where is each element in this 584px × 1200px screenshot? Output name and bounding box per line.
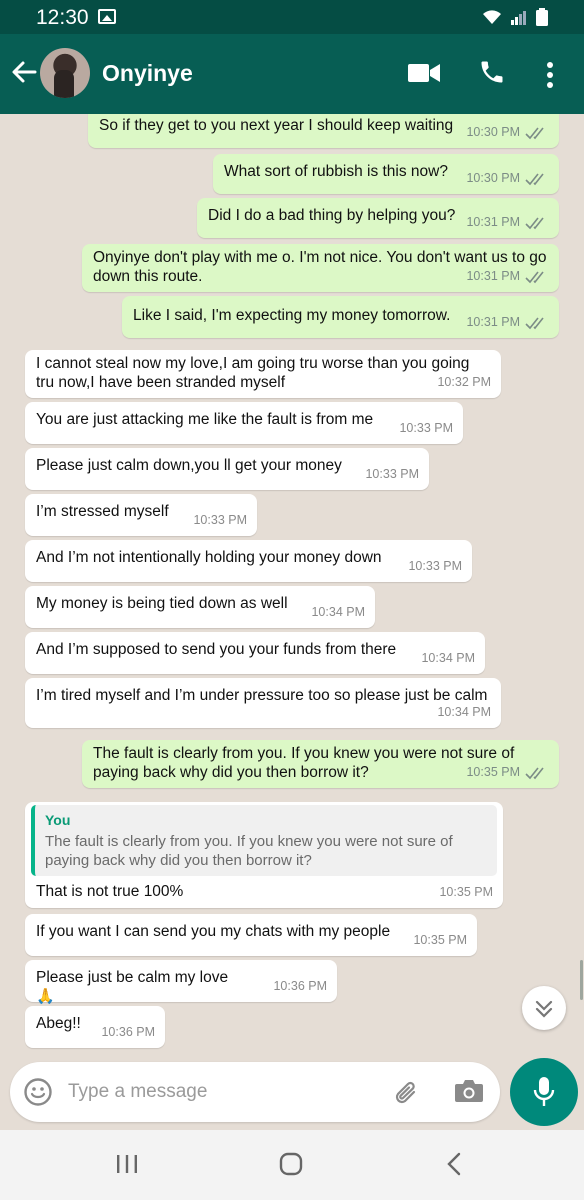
video-call-icon[interactable]: [408, 62, 440, 84]
mic-icon: [533, 1077, 555, 1106]
quoted-text: The fault is clearly from you. If you kn…: [45, 833, 453, 869]
status-time: 12:30: [36, 6, 89, 29]
message-input[interactable]: Type a message: [68, 1081, 207, 1103]
message-incoming[interactable]: Abeg!! 10:36 PM: [25, 1006, 165, 1048]
chat-area[interactable]: So if they get to you next year I should…: [0, 114, 584, 1060]
battery-icon: [536, 8, 548, 26]
home-icon[interactable]: [279, 1152, 303, 1176]
read-receipt-icon: [525, 127, 544, 139]
message-text: If you want I can send you my chats with…: [36, 923, 391, 940]
message-incoming[interactable]: My money is being tied down as well 10:3…: [25, 586, 375, 628]
voice-record-button[interactable]: [510, 1058, 578, 1126]
message-outgoing[interactable]: So if they get to you next year I should…: [88, 114, 559, 148]
message-incoming[interactable]: And I’m supposed to send you your funds …: [25, 632, 485, 674]
emoji-icon[interactable]: [24, 1078, 52, 1106]
voice-call-icon[interactable]: [478, 58, 506, 86]
message-time: 10:36 PM: [101, 1025, 155, 1039]
message-text: The fault is clearly from you. If you kn…: [93, 745, 515, 781]
message-text: Please just be calm my love: [36, 969, 229, 986]
message-time: 10:31 PM: [466, 315, 520, 329]
message-time: 10:31 PM: [466, 215, 520, 229]
message-text: And I’m supposed to send you your funds …: [36, 641, 397, 658]
message-text: And I’m not intentionally holding your m…: [36, 549, 382, 566]
image-notification-icon: [98, 9, 116, 24]
attach-icon[interactable]: [392, 1078, 422, 1108]
message-incoming-reply[interactable]: You The fault is clearly from you. If yo…: [25, 802, 503, 908]
message-time: 10:30 PM: [466, 125, 520, 139]
system-navigation-bar: [0, 1130, 584, 1200]
message-outgoing[interactable]: The fault is clearly from you. If you kn…: [82, 740, 559, 788]
more-options-icon[interactable]: [546, 62, 554, 88]
message-time: 10:34 PM: [311, 605, 365, 619]
quoted-message[interactable]: You The fault is clearly from you. If yo…: [31, 805, 497, 876]
message-time: 10:33 PM: [408, 559, 462, 573]
message-time: 10:33 PM: [399, 421, 453, 435]
message-incoming[interactable]: I’m tired myself and I’m under pressure …: [25, 678, 501, 728]
message-text: Please just calm down,you ll get your mo…: [36, 457, 342, 474]
message-incoming[interactable]: I cannot steal now my love,I am going tr…: [25, 350, 501, 398]
message-incoming[interactable]: If you want I can send you my chats with…: [25, 914, 477, 956]
wifi-icon: [483, 10, 501, 24]
read-receipt-icon: [525, 217, 544, 229]
praying-hands-emoji: 🙏: [36, 988, 55, 1005]
read-receipt-icon: [525, 767, 544, 779]
scroll-down-icon: [535, 1000, 553, 1018]
message-time: 10:35 PM: [413, 933, 467, 947]
read-receipt-icon: [525, 173, 544, 185]
message-time: 10:34 PM: [437, 705, 491, 719]
recent-apps-icon[interactable]: [116, 1154, 138, 1174]
scroll-to-bottom-button[interactable]: [522, 986, 566, 1030]
message-text: That is not true 100%: [36, 883, 184, 900]
message-incoming[interactable]: Please just be calm my love 🙏 10:36 PM: [25, 960, 337, 1005]
chat-scrollbar[interactable]: [580, 960, 583, 1000]
status-bar: 12:30: [0, 0, 584, 34]
message-time: 10:32 PM: [437, 375, 491, 389]
message-incoming[interactable]: Please just calm down,you ll get your mo…: [25, 448, 429, 490]
message-time: 10:30 PM: [466, 171, 520, 185]
message-text: Like I said, I'm expecting my money tomo…: [133, 307, 451, 324]
message-text: I cannot steal now my love,I am going tr…: [36, 355, 470, 391]
nav-back-icon[interactable]: [446, 1152, 462, 1176]
read-receipt-icon: [525, 317, 544, 329]
message-outgoing[interactable]: Did I do a bad thing by helping you? 10:…: [197, 198, 559, 238]
message-text: I’m stressed myself: [36, 503, 169, 520]
message-time: 10:36 PM: [273, 979, 327, 993]
system-icons: [482, 8, 548, 26]
message-text: Did I do a bad thing by helping you?: [208, 207, 456, 224]
message-time: 10:35 PM: [439, 885, 493, 899]
contact-avatar[interactable]: [40, 48, 90, 98]
message-outgoing[interactable]: What sort of rubbish is this now? 10:30 …: [213, 154, 559, 194]
message-incoming[interactable]: And I’m not intentionally holding your m…: [25, 540, 472, 582]
message-composer[interactable]: Type a message: [10, 1062, 500, 1122]
camera-icon[interactable]: [454, 1078, 484, 1104]
message-text: I’m tired myself and I’m under pressure …: [36, 687, 488, 704]
quoted-sender: You: [45, 812, 71, 828]
message-time: 10:33 PM: [193, 513, 247, 527]
chat-header: Onyinye: [0, 34, 584, 114]
message-text: My money is being tied down as well: [36, 595, 288, 612]
contact-name[interactable]: Onyinye: [102, 60, 193, 87]
message-text: Abeg!!: [36, 1015, 81, 1032]
signal-icon: [511, 11, 526, 25]
message-text: You are just attacking me like the fault…: [36, 411, 374, 428]
message-time: 10:34 PM: [421, 651, 475, 665]
read-receipt-icon: [525, 271, 544, 283]
message-time: 10:31 PM: [466, 269, 520, 283]
message-text: So if they get to you next year I should…: [99, 117, 454, 134]
message-text: What sort of rubbish is this now?: [224, 163, 448, 180]
back-arrow-icon[interactable]: [10, 58, 38, 86]
message-incoming[interactable]: I’m stressed myself 10:33 PM: [25, 494, 257, 536]
message-incoming[interactable]: You are just attacking me like the fault…: [25, 402, 463, 444]
message-time: 10:35 PM: [466, 765, 520, 779]
message-time: 10:33 PM: [365, 467, 419, 481]
message-outgoing[interactable]: Like I said, I'm expecting my money tomo…: [122, 296, 559, 338]
message-outgoing[interactable]: Onyinye don't play with me o. I'm not ni…: [82, 244, 559, 292]
